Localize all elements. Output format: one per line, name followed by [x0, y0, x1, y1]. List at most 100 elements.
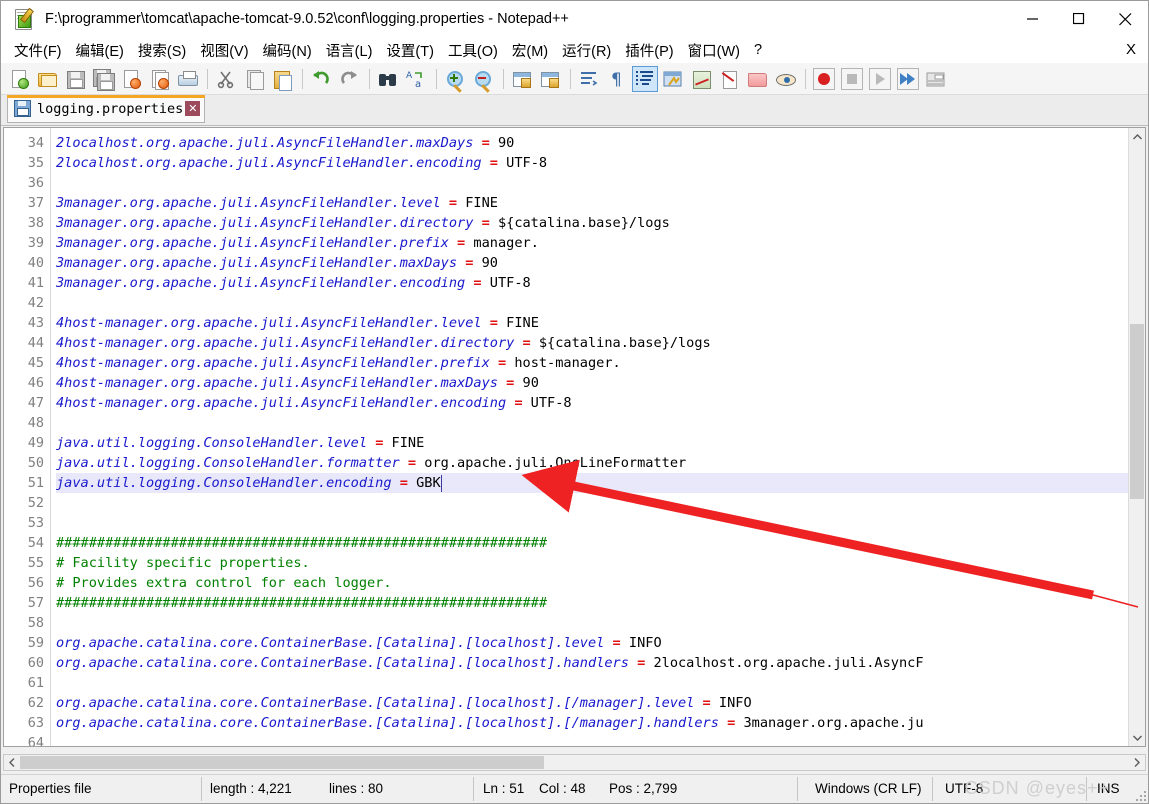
- menu-edit[interactable]: 编辑(E): [69, 37, 131, 64]
- code-line[interactable]: 4host-manager.org.apache.juli.AsyncFileH…: [56, 373, 539, 393]
- code-line[interactable]: java.util.logging.ConsoleHandler.formatt…: [56, 453, 686, 473]
- menu-plugins[interactable]: 插件(P): [618, 37, 680, 64]
- monitor-icon[interactable]: [772, 66, 798, 92]
- code-line[interactable]: 2localhost.org.apache.juli.AsyncFileHand…: [56, 153, 547, 173]
- minimize-icon[interactable]: [1010, 1, 1056, 37]
- code-line[interactable]: 4host-manager.org.apache.juli.AsyncFileH…: [56, 333, 711, 353]
- cut-icon[interactable]: [213, 66, 239, 92]
- vertical-scrollbar[interactable]: [1128, 128, 1145, 746]
- menu-search[interactable]: 搜索(S): [131, 37, 193, 64]
- code-editor[interactable]: 34 35 36 37 38 39 40 41 42 43 44 45 46 47 48 49 50 51 52 53…: [3, 127, 1146, 747]
- code-line[interactable]: java.util.logging.ConsoleHandler.level =…: [56, 433, 424, 453]
- zoom-in-icon[interactable]: [442, 66, 468, 93]
- code-line[interactable]: 3manager.org.apache.juli.AsyncFileHandle…: [56, 253, 498, 273]
- line-number: 41: [27, 275, 44, 291]
- macro-play-icon[interactable]: [867, 66, 893, 92]
- code-token: 4host-manager.org.apache.juli.AsyncFileH…: [56, 355, 498, 371]
- code-line[interactable]: # Facility specific properties.: [56, 553, 310, 573]
- code-line[interactable]: ########################################…: [56, 533, 547, 553]
- notepadpp-window: F:\programmer\tomcat\apache-tomcat-9.0.5…: [0, 0, 1149, 804]
- line-number: 47: [27, 395, 44, 411]
- show-all-chars-icon[interactable]: ¶: [604, 66, 630, 92]
- new-file-icon[interactable]: [6, 66, 32, 92]
- replace-icon[interactable]: Aa: [403, 66, 429, 92]
- close-document-button[interactable]: X: [1126, 37, 1136, 63]
- horizontal-scrollbar[interactable]: [3, 754, 1146, 771]
- tab-logging-properties[interactable]: logging.properties ✕: [7, 95, 206, 123]
- code-text-area[interactable]: 2localhost.org.apache.juli.AsyncFileHand…: [56, 128, 1145, 746]
- menu-macro[interactable]: 宏(M): [505, 37, 555, 64]
- close-icon[interactable]: [1102, 1, 1148, 37]
- code-line[interactable]: 3manager.org.apache.juli.AsyncFileHandle…: [56, 233, 539, 253]
- code-token: =: [612, 635, 621, 651]
- scroll-left-icon[interactable]: [4, 755, 20, 770]
- print-icon[interactable]: [174, 66, 200, 92]
- scroll-up-icon[interactable]: [1129, 128, 1145, 145]
- code-line[interactable]: 4host-manager.org.apache.juli.AsyncFileH…: [56, 353, 621, 373]
- code-line[interactable]: # Provides extra control for each logger…: [56, 573, 392, 593]
- zoom-out-icon[interactable]: [470, 66, 496, 93]
- line-number: 63: [27, 715, 44, 731]
- code-line[interactable]: 4host-manager.org.apache.juli.AsyncFileH…: [56, 313, 539, 333]
- code-token: 4host-manager.org.apache.juli.AsyncFileH…: [56, 375, 507, 391]
- menu-encoding[interactable]: 编码(N): [256, 37, 319, 64]
- menu-language[interactable]: 语言(L): [319, 37, 380, 64]
- folder-as-workspace-icon[interactable]: [744, 66, 770, 92]
- code-line[interactable]: 3manager.org.apache.juli.AsyncFileHandle…: [56, 213, 670, 233]
- resize-grip[interactable]: [1134, 789, 1146, 801]
- code-line[interactable]: 3manager.org.apache.juli.AsyncFileHandle…: [56, 193, 498, 213]
- code-line[interactable]: ########################################…: [56, 593, 547, 613]
- redo-icon[interactable]: [336, 66, 362, 92]
- macro-stop-icon[interactable]: [839, 66, 865, 92]
- line-number: 36: [27, 175, 44, 191]
- menu-tools[interactable]: 工具(O): [441, 37, 505, 64]
- undo-icon[interactable]: [308, 66, 334, 92]
- menu-window[interactable]: 窗口(W): [681, 37, 747, 64]
- tab-close-icon[interactable]: ✕: [185, 101, 201, 116]
- menu-run[interactable]: 运行(R): [555, 37, 618, 64]
- code-token: 4host-manager.org.apache.juli.AsyncFileH…: [56, 315, 490, 331]
- sync-horizontal-scroll-icon[interactable]: [537, 66, 563, 92]
- code-line[interactable]: org.apache.catalina.core.ContainerBase.[…: [56, 713, 924, 733]
- close-file-icon[interactable]: [118, 66, 144, 92]
- macro-record-icon[interactable]: [811, 66, 837, 92]
- open-file-icon[interactable]: [34, 66, 60, 92]
- code-line[interactable]: org.apache.catalina.core.ContainerBase.[…: [56, 633, 662, 653]
- indent-guide-icon[interactable]: [632, 65, 658, 92]
- code-line[interactable]: org.apache.catalina.core.ContainerBase.[…: [56, 693, 752, 713]
- menu-view[interactable]: 视图(V): [193, 37, 255, 64]
- macro-run-multiple-icon[interactable]: [895, 66, 921, 92]
- line-number: 42: [27, 295, 44, 311]
- horizontal-scroll-thumb[interactable]: [20, 756, 544, 769]
- run-macro-dialog-icon[interactable]: [923, 66, 949, 92]
- menu-help[interactable]: ?: [747, 39, 769, 61]
- save-all-icon[interactable]: [90, 66, 116, 92]
- scroll-right-icon[interactable]: [1129, 755, 1145, 770]
- menu-file[interactable]: 文件(F): [7, 37, 69, 64]
- line-number-gutter: 34 35 36 37 38 39 40 41 42 43 44 45 46 47 48 49 50 51 52 53…: [4, 128, 50, 746]
- line-number: 53: [27, 515, 44, 531]
- toolbar-separator: [369, 68, 370, 89]
- code-token: =: [702, 695, 711, 711]
- function-list-icon[interactable]: [716, 66, 742, 92]
- code-line[interactable]: 2localhost.org.apache.juli.AsyncFileHand…: [56, 133, 514, 153]
- code-line[interactable]: org.apache.catalina.core.ContainerBase.[…: [56, 653, 924, 673]
- scroll-down-icon[interactable]: [1129, 729, 1145, 746]
- code-token: java.util.logging.ConsoleHandler.level: [56, 435, 376, 451]
- close-all-files-icon[interactable]: [146, 66, 172, 92]
- code-line[interactable]: 4host-manager.org.apache.juli.AsyncFileH…: [56, 393, 572, 413]
- paste-icon[interactable]: [269, 66, 295, 92]
- code-line[interactable]: java.util.logging.ConsoleHandler.encodin…: [56, 473, 441, 493]
- copy-icon[interactable]: [241, 66, 267, 92]
- code-line[interactable]: 3manager.org.apache.juli.AsyncFileHandle…: [56, 273, 531, 293]
- menu-settings[interactable]: 设置(T): [379, 37, 441, 64]
- document-map-icon[interactable]: [688, 66, 714, 92]
- user-defined-language-icon[interactable]: [660, 66, 686, 92]
- word-wrap-icon[interactable]: [576, 66, 602, 92]
- vertical-scroll-thumb[interactable]: [1130, 324, 1144, 499]
- maximize-icon[interactable]: [1056, 1, 1102, 37]
- code-token: org.apache.catalina.core.ContainerBase.[…: [56, 695, 703, 711]
- save-icon[interactable]: [62, 66, 88, 92]
- find-icon[interactable]: [375, 66, 401, 92]
- sync-vertical-scroll-icon[interactable]: [509, 66, 535, 92]
